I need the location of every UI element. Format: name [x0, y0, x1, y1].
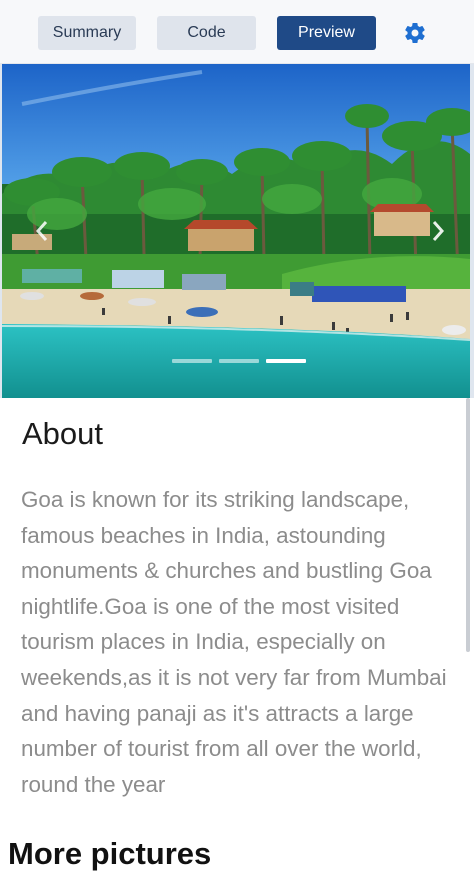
carousel-prev-button[interactable] [30, 214, 54, 248]
chevron-left-icon [35, 221, 48, 241]
image-carousel[interactable] [0, 64, 474, 398]
carousel-next-button[interactable] [426, 214, 450, 248]
chevron-right-icon [432, 221, 445, 241]
carousel-indicator-1[interactable] [172, 359, 212, 363]
toolbar: Summary Code Preview [0, 0, 474, 64]
about-heading: About [22, 416, 104, 451]
carousel-indicators [172, 359, 312, 365]
carousel-indicator-3[interactable] [266, 359, 306, 363]
scrollbar[interactable] [466, 398, 470, 652]
gear-icon[interactable] [403, 21, 427, 45]
about-description: Goa is known for its striking landscape,… [21, 487, 447, 797]
more-pictures-heading: More pictures [8, 836, 212, 871]
tab-preview[interactable]: Preview [277, 16, 376, 50]
tab-summary[interactable]: Summary [38, 16, 136, 50]
beach-photo [2, 64, 470, 398]
tab-code[interactable]: Code [157, 16, 256, 50]
about-section: About Goa is known for its striking land… [0, 398, 474, 818]
carousel-indicator-2[interactable] [219, 359, 259, 363]
